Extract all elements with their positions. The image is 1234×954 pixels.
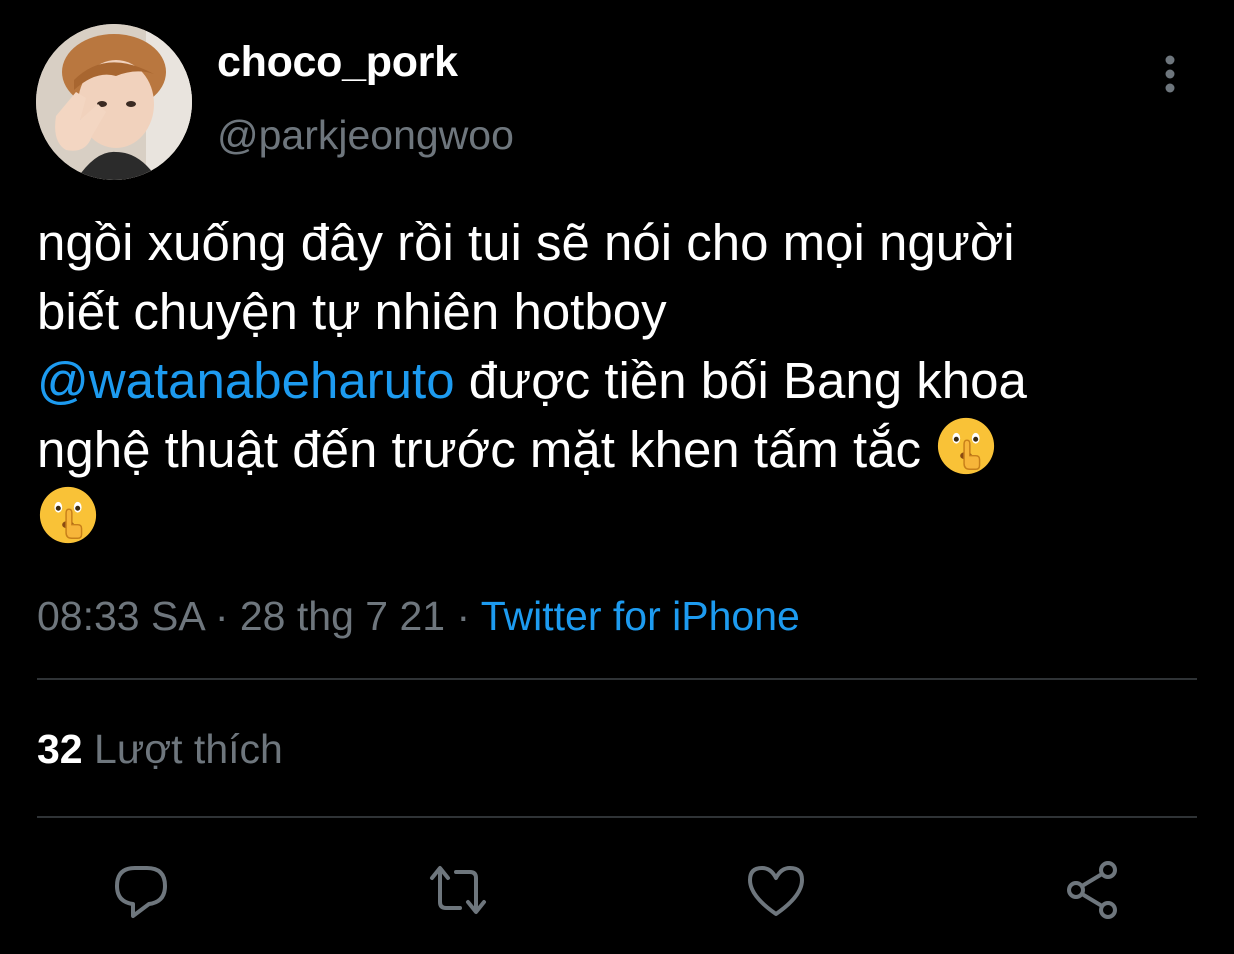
tweet-line: ngồi xuống đây rồi tui sẽ nói cho mọi ng… bbox=[37, 214, 1015, 271]
tweet-line: nghệ thuật đến trước mặt khen tấm tắc bbox=[37, 415, 1202, 484]
tweet-date[interactable]: 28 thg 7 21 bbox=[240, 593, 445, 639]
reply-icon[interactable] bbox=[109, 858, 173, 922]
heart-icon[interactable] bbox=[744, 858, 808, 922]
retweet-icon[interactable] bbox=[426, 858, 490, 922]
tweet-time[interactable]: 08:33 SA bbox=[37, 593, 203, 639]
shushing-face-icon bbox=[39, 486, 97, 544]
tweet-line-text: nghệ thuật đến trước mặt khen tấm tắc bbox=[37, 421, 936, 478]
tweet-line: biết chuyện tự nhiên hotboy bbox=[37, 283, 667, 340]
tweet-text: ngồi xuống đây rồi tui sẽ nói cho mọi ng… bbox=[37, 208, 1202, 553]
shushing-face-icon bbox=[938, 417, 995, 475]
tweet-line bbox=[37, 484, 1202, 553]
mention-link[interactable]: @watanabeharuto bbox=[37, 352, 455, 409]
display-name[interactable]: choco_pork bbox=[217, 38, 458, 87]
more-options-icon[interactable] bbox=[1150, 52, 1190, 100]
tweet-line-rest: được tiền bối Bang khoa bbox=[454, 352, 1027, 409]
meta-separator: · bbox=[203, 593, 240, 639]
divider bbox=[37, 816, 1197, 818]
likes-stat[interactable]: 32 Lượt thích bbox=[37, 726, 283, 773]
avatar[interactable] bbox=[36, 24, 192, 180]
tweet-meta: 08:33 SA · 28 thg 7 21 · Twitter for iPh… bbox=[37, 593, 800, 640]
share-icon[interactable] bbox=[1062, 858, 1126, 922]
tweet-line: @watanabeharuto được tiền bối Bang khoa bbox=[37, 346, 1202, 415]
divider bbox=[37, 678, 1197, 680]
meta-separator: · bbox=[445, 593, 481, 639]
tweet-source-link[interactable]: Twitter for iPhone bbox=[481, 593, 800, 639]
likes-count: 32 bbox=[37, 726, 83, 772]
likes-label: Lượt thích bbox=[94, 726, 283, 772]
user-handle[interactable]: @parkjeongwoo bbox=[217, 112, 514, 159]
